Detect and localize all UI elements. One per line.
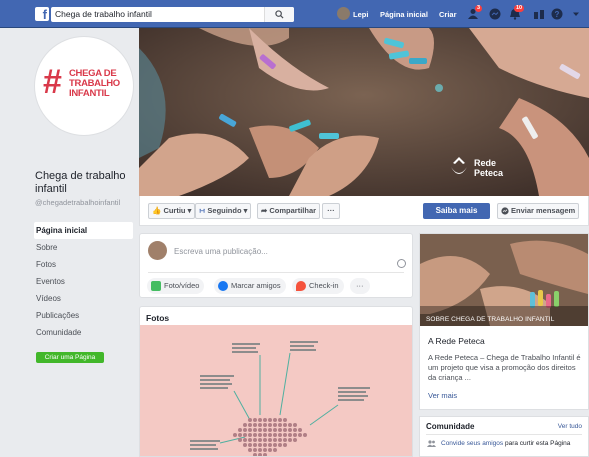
send-message-label: Enviar mensagem	[511, 206, 576, 215]
facebook-logo-icon[interactable]: f	[35, 7, 49, 21]
about-title: A Rede Peteca	[428, 336, 485, 346]
about-card-image[interactable]: SOBRE CHEGA DE TRABALHO INFANTIL	[420, 234, 588, 326]
menu-item-home[interactable]: Página inicial	[34, 222, 133, 239]
about-photo	[420, 234, 588, 326]
community-card: Comunidade Ver tudo Convide seus amigos …	[419, 416, 589, 457]
account-menu-chevron-down-icon[interactable]	[570, 8, 582, 20]
rede-peteca-logo-icon	[451, 157, 467, 174]
community-divider	[426, 434, 582, 435]
messenger-icon	[501, 207, 509, 215]
invite-friends-link[interactable]: Convide seus amigos	[441, 440, 503, 447]
menu-item-photos[interactable]: Fotos	[34, 256, 133, 273]
more-options-button[interactable]: ···	[322, 203, 340, 219]
search-icon	[275, 10, 284, 19]
composer-input[interactable]: Escreva uma publicação...	[174, 247, 268, 256]
messenger-icon[interactable]	[489, 8, 501, 20]
menu-item-videos[interactable]: Vídeos	[34, 290, 133, 307]
search-input-value[interactable]: Chega de trabalho infantil	[55, 9, 152, 19]
location-pin-icon	[296, 281, 306, 291]
search-input[interactable]: Chega de trabalho infantil	[51, 7, 294, 22]
friend-requests-badge: 3	[475, 5, 483, 12]
logo-text-line-3: INFANTIL	[69, 88, 110, 99]
cover-photo[interactable]: Rede Peteca	[139, 28, 589, 196]
menu-item-events[interactable]: Eventos	[34, 273, 133, 290]
composer-more-button[interactable]: ···	[350, 278, 370, 294]
following-button[interactable]: ∺ Seguindo ▾	[195, 203, 252, 219]
photos-section: Fotos	[139, 306, 413, 457]
about-image-caption: SOBRE CHEGA DE TRABALHO INFANTIL	[426, 316, 555, 323]
invite-friends-text: Convide seus amigos para curtir esta Pág…	[441, 440, 581, 448]
liked-button-label: Curtiu	[163, 206, 186, 215]
composer-avatar	[148, 241, 167, 260]
nav-home-link[interactable]: Página inicial	[380, 10, 428, 19]
about-description: A Rede Peteca – Chega de Trabalho Infant…	[428, 353, 581, 382]
user-avatar[interactable]	[337, 7, 350, 20]
tag-friends-button[interactable]: Marcar amigos	[214, 278, 286, 294]
search-button[interactable]	[264, 7, 294, 22]
tag-friends-icon	[218, 281, 228, 291]
cover-photo-image	[139, 28, 589, 196]
rss-follow-icon: ∺	[199, 206, 206, 215]
emoji-icon[interactable]	[397, 259, 406, 268]
chevron-down-icon: ▾	[243, 206, 248, 215]
tag-friends-label: Marcar amigos	[231, 281, 281, 290]
menu-item-community[interactable]: Comunidade	[34, 324, 133, 341]
share-button-label: Compartilhar	[269, 206, 317, 215]
invite-friends-rest: para curtir esta Página	[503, 440, 571, 447]
nav-user-name[interactable]: Lepi	[353, 10, 368, 19]
menu-item-about[interactable]: Sobre	[34, 239, 133, 256]
composer-divider	[148, 272, 404, 273]
send-message-button[interactable]: Enviar mensagem	[497, 203, 579, 219]
share-arrow-icon: ➦	[261, 206, 268, 215]
photo-video-label: Foto/vídeo	[164, 281, 200, 290]
notifications-badge: 10	[514, 5, 525, 12]
cover-logo-text: Rede Peteca	[474, 158, 503, 178]
top-navigation-bar: f Chega de trabalho infantil Lepi Página…	[0, 0, 589, 28]
about-card: SOBRE CHEGA DE TRABALHO INFANTIL A Rede …	[419, 233, 589, 410]
help-question-icon[interactable]: ?	[551, 8, 563, 20]
svg-text:?: ?	[555, 10, 560, 19]
checkin-button[interactable]: Check-in	[292, 278, 344, 294]
create-page-button[interactable]: Criar uma Página	[36, 352, 104, 363]
people-icon	[427, 440, 436, 447]
share-button[interactable]: ➦ Compartilhar	[257, 203, 321, 219]
following-button-label: Seguindo	[207, 206, 242, 215]
page-profile-picture[interactable]: # CHEGA DE TRABALHO INFANTIL	[34, 36, 134, 136]
infographic-image	[140, 325, 412, 456]
post-composer: Escreva uma publicação... Foto/vídeo Mar…	[139, 233, 413, 298]
nav-create-link[interactable]: Criar	[439, 10, 457, 19]
liked-button[interactable]: 👍 Curtiu ▾	[148, 203, 196, 219]
checkin-label: Check-in	[309, 281, 339, 290]
learn-more-button[interactable]: Saiba mais	[423, 203, 490, 219]
cover-logo-line-1: Rede	[474, 158, 497, 168]
page-username[interactable]: @chegadetrabalhoinfantil	[35, 198, 139, 207]
page-navigation-menu: Página inicial Sobre Fotos Eventos Vídeo…	[34, 222, 133, 341]
photos-title[interactable]: Fotos	[146, 313, 169, 323]
page-action-bar: 👍 Curtiu ▾ ∺ Seguindo ▾ ➦ Compartilhar ·…	[139, 196, 589, 226]
hashtag-logo-icon: #	[43, 63, 62, 101]
menu-item-posts[interactable]: Publicações	[34, 307, 133, 324]
community-title: Comunidade	[426, 422, 475, 431]
community-see-all-link[interactable]: Ver tudo	[558, 423, 582, 430]
see-more-link[interactable]: Ver mais	[428, 391, 457, 400]
cover-logo-line-2: Peteca	[474, 168, 504, 178]
chevron-down-icon: ▾	[187, 206, 192, 215]
quick-help-icon[interactable]	[533, 8, 545, 20]
photo-thumbnail-infographic[interactable]	[140, 325, 412, 456]
photo-video-button[interactable]: Foto/vídeo	[147, 278, 205, 294]
page-title: Chega de trabalho infantil	[35, 170, 126, 195]
thumbs-up-icon: 👍	[152, 206, 162, 215]
photo-icon	[151, 281, 161, 291]
